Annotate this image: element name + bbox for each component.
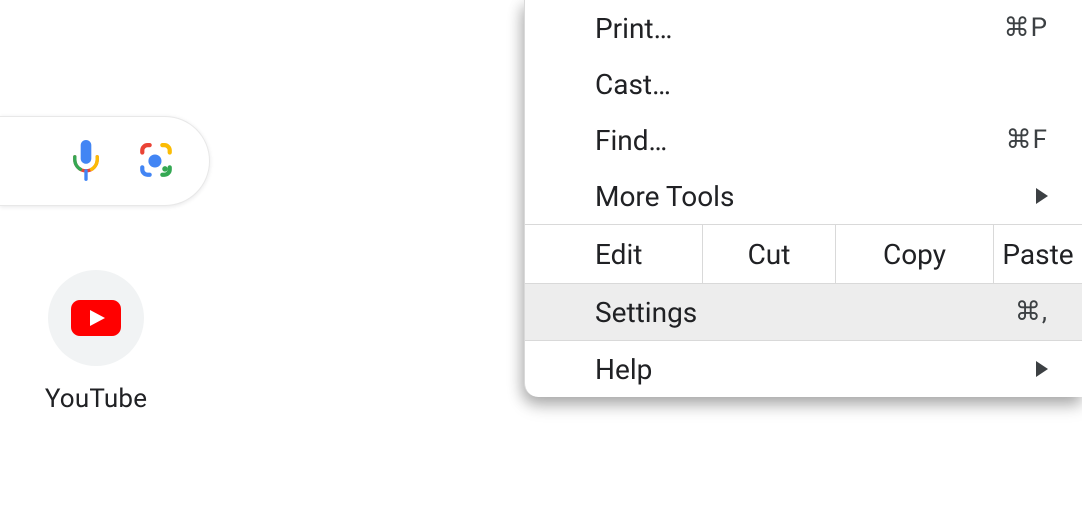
- menu-item-label: More Tools: [595, 180, 734, 213]
- shortcut-label: YouTube: [45, 384, 147, 414]
- menu-item-shortcut: ⌘P: [1004, 13, 1048, 43]
- camera-lens-icon[interactable]: [137, 142, 175, 180]
- menu-item-label: Print…: [595, 12, 672, 45]
- menu-item-settings[interactable]: Settings ⌘,: [525, 284, 1082, 340]
- menu-edit-paste[interactable]: Paste: [994, 225, 1082, 283]
- shortcut-tile-youtube[interactable]: YouTube: [48, 270, 144, 414]
- shortcut-icon-bg: [48, 270, 144, 366]
- youtube-icon: [71, 300, 121, 336]
- menu-item-label: Settings: [595, 296, 697, 329]
- menu-item-label: Find…: [595, 124, 667, 157]
- menu-edit-row: Edit Cut Copy Paste: [525, 224, 1082, 284]
- menu-item-label: Cast…: [595, 68, 671, 101]
- menu-edit-copy[interactable]: Copy: [836, 225, 994, 283]
- menu-item-shortcut: ⌘,: [1015, 297, 1048, 327]
- menu-edit-cut[interactable]: Cut: [703, 225, 836, 283]
- menu-item-find[interactable]: Find… ⌘F: [525, 112, 1082, 168]
- menu-item-label: Help: [595, 353, 652, 386]
- menu-item-more-tools[interactable]: More Tools: [525, 168, 1082, 224]
- menu-edit-label: Edit: [525, 225, 703, 283]
- search-bar-end: [0, 116, 210, 206]
- menu-item-cast[interactable]: Cast…: [525, 56, 1082, 112]
- chevron-right-icon: [1036, 361, 1048, 377]
- browser-overflow-menu: Print… ⌘P Cast… Find… ⌘F More Tools Edit…: [524, 0, 1082, 397]
- menu-item-shortcut: ⌘F: [1006, 125, 1048, 155]
- chevron-right-icon: [1036, 188, 1048, 204]
- microphone-icon[interactable]: [69, 140, 103, 182]
- menu-item-help[interactable]: Help: [525, 341, 1082, 397]
- menu-item-print[interactable]: Print… ⌘P: [525, 0, 1082, 56]
